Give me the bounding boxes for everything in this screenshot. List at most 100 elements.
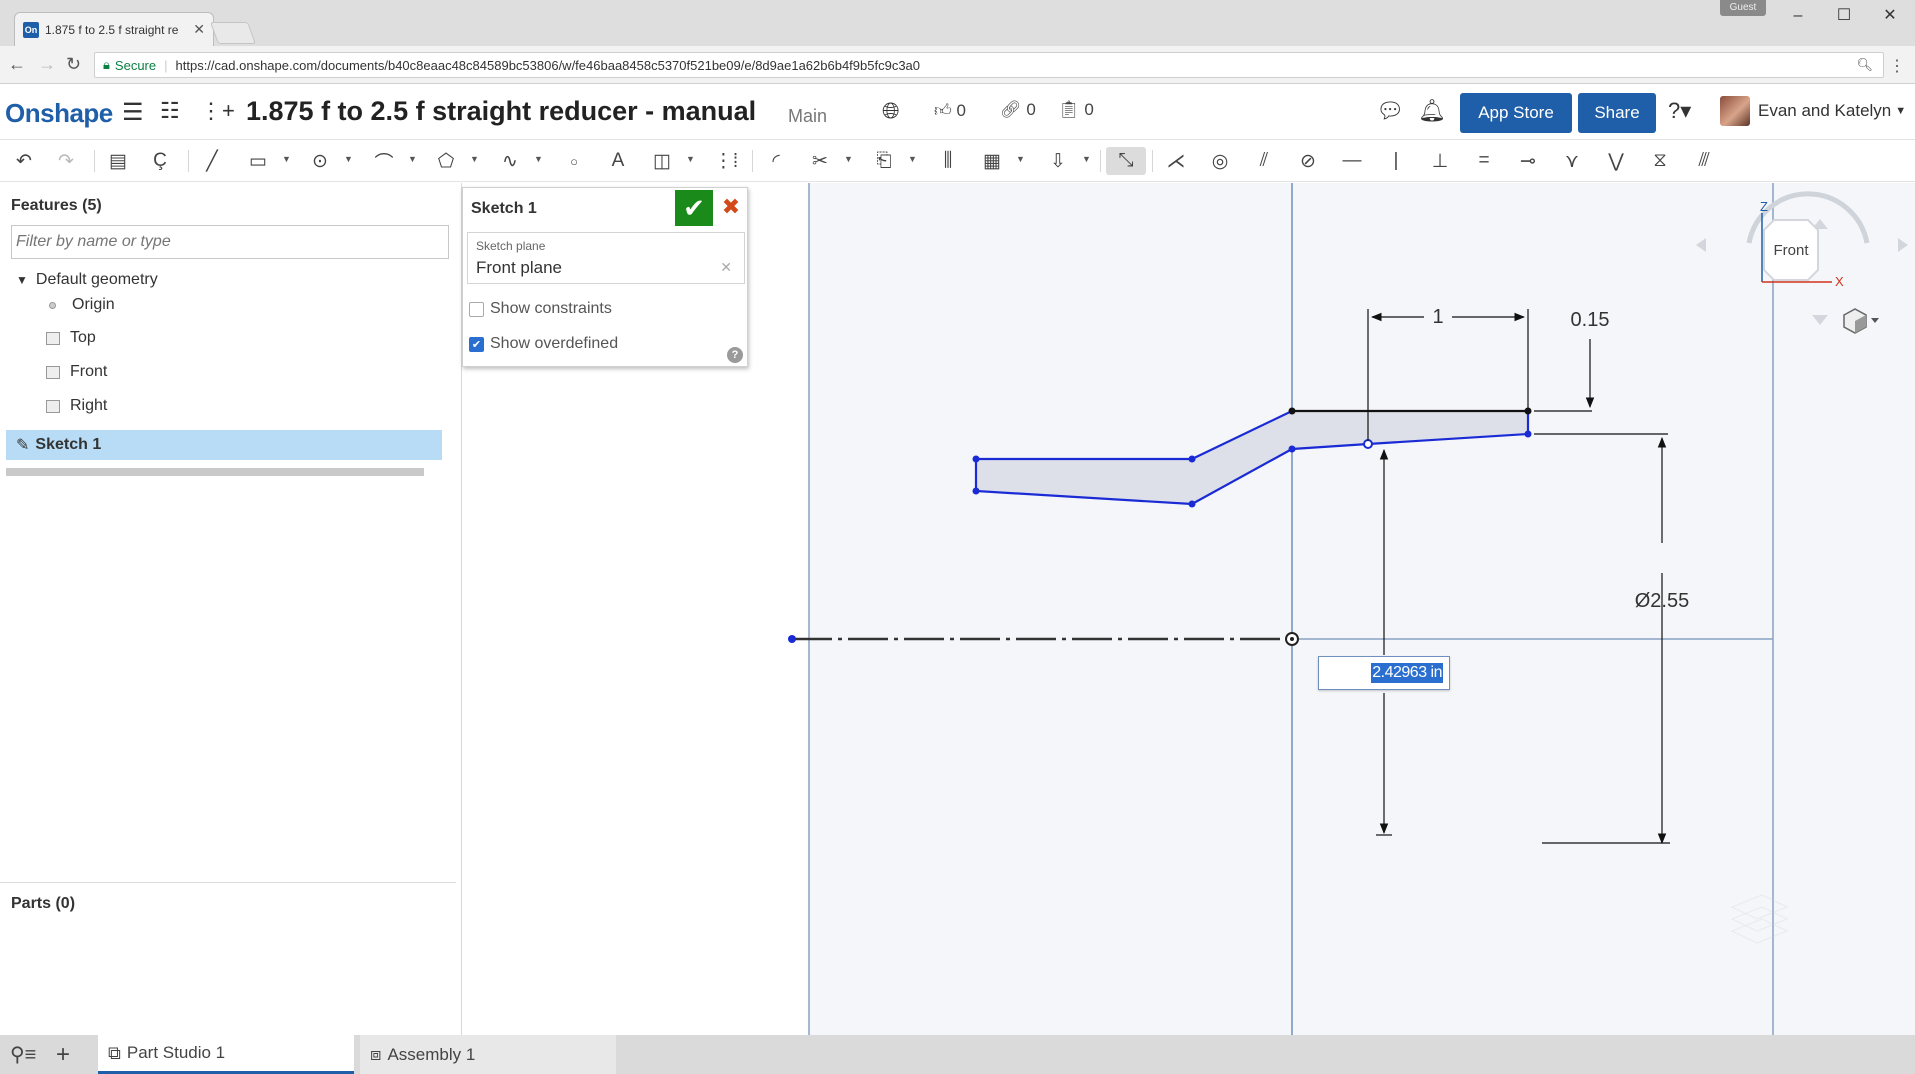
normal-constraint-icon[interactable]: ⋎	[1558, 147, 1586, 175]
clear-plane-icon[interactable]: ✕	[720, 259, 732, 276]
horizontal-constraint-icon[interactable]: —	[1338, 147, 1366, 175]
user-menu[interactable]: Evan and Katelyn ▼	[1720, 96, 1906, 126]
reference-icon[interactable]: Ç	[146, 147, 174, 175]
globe-icon[interactable]: 🌐︎	[882, 98, 900, 124]
likes-counter[interactable]: 👍︎ 0	[934, 100, 966, 121]
chevron-down-icon[interactable]: ▼	[686, 154, 695, 164]
feature-filter-input[interactable]	[11, 225, 449, 259]
offset-tool-icon[interactable]: ◫	[648, 147, 676, 175]
add-tab-icon[interactable]: +	[56, 1035, 70, 1074]
fillet-tool-icon[interactable]: ◜	[762, 147, 790, 175]
concentric-constraint-icon[interactable]: ◎	[1206, 147, 1234, 175]
spline-tool-icon[interactable]: ∿	[496, 147, 524, 175]
new-tab-button[interactable]	[209, 22, 257, 44]
front-plane-item[interactable]: Front	[46, 363, 107, 381]
default-geometry-folder[interactable]: ▼ Default geometry	[16, 271, 158, 289]
tree-list-icon[interactable]: ☷	[160, 98, 180, 124]
chevron-down-icon[interactable]: ▼	[344, 154, 353, 164]
equal-constraint-icon[interactable]: =	[1470, 147, 1498, 175]
tab-assembly[interactable]: ⧈ Assembly 1	[360, 1035, 616, 1074]
polygon-tool-icon[interactable]: ⬠	[432, 147, 460, 175]
url-field[interactable]: 🔒︎ Secure | https://cad.onshape.com/docu…	[94, 52, 1884, 78]
redo-icon[interactable]: ↷	[52, 147, 80, 175]
onshape-logo[interactable]: Onshape	[5, 98, 113, 129]
guest-profile-badge[interactable]: Guest	[1720, 0, 1766, 16]
dxf-import-icon[interactable]: ⇩	[1044, 147, 1072, 175]
mirror-tool-icon[interactable]: ⫼	[934, 147, 962, 175]
dimension-length-label[interactable]: 1	[1432, 306, 1443, 328]
hamburger-menu-icon[interactable]: ☰	[122, 98, 144, 127]
pierce-constraint-icon[interactable]: ⋁	[1602, 147, 1630, 175]
tab-part-studio[interactable]: ⧉ Part Studio 1	[98, 1035, 354, 1074]
app-store-button[interactable]: App Store	[1460, 93, 1572, 133]
midpoint-vertex[interactable]	[1363, 439, 1373, 449]
copies-counter[interactable]: 📋︎ 0	[1058, 100, 1094, 120]
pattern-tool-icon[interactable]: ▦	[978, 147, 1006, 175]
perpendicular-constraint-icon[interactable]: ⊥	[1426, 147, 1454, 175]
help-icon[interactable]: ?	[727, 347, 743, 363]
document-title[interactable]: 1.875 f to 2.5 f straight reducer - manu…	[246, 96, 756, 127]
use-tool-icon[interactable]: ⎗	[870, 147, 898, 175]
coincident-constraint-icon[interactable]: ⋌	[1162, 147, 1190, 175]
dimension-diameter-label[interactable]: Ø2.55	[1635, 590, 1689, 612]
zoom-icon[interactable]: 🔍︎	[1856, 57, 1873, 73]
comments-icon[interactable]: 💬︎	[1376, 98, 1404, 124]
share-button[interactable]: Share	[1578, 93, 1656, 133]
arc-tool-icon[interactable]: ⌒	[370, 147, 398, 175]
right-plane-item[interactable]: Right	[46, 397, 107, 415]
close-tab-icon[interactable]: ✕	[193, 21, 205, 38]
chevron-down-icon[interactable]: ▼	[408, 154, 417, 164]
notifications-bell-icon[interactable]: 🔔︎	[1418, 98, 1446, 124]
centerline-endpoint[interactable]	[788, 635, 796, 643]
chevron-down-icon[interactable]: ▼	[1016, 154, 1025, 164]
reload-icon[interactable]: ↻	[66, 54, 81, 75]
close-window-icon[interactable]: ✕	[1870, 4, 1910, 28]
chevron-down-icon[interactable]: ▼	[470, 154, 479, 164]
links-counter[interactable]: 🔗︎ 0	[1000, 100, 1036, 120]
symmetric-constraint-icon[interactable]: ⧖	[1646, 147, 1674, 175]
maximize-window-icon[interactable]: ☐	[1824, 4, 1864, 28]
app-header: Onshape ☰ ☷ ⋮+ 1.875 f to 2.5 f straight…	[0, 84, 1915, 140]
help-menu-icon[interactable]: ?▾	[1668, 98, 1691, 124]
chevron-down-icon[interactable]: ▼	[534, 154, 543, 164]
construction-icon[interactable]: ⋮⁞	[712, 147, 740, 175]
chevron-down-icon[interactable]: ▼	[1082, 154, 1091, 164]
vertical-constraint-icon[interactable]: |	[1382, 147, 1410, 175]
fix-constraint-icon[interactable]: ⫻	[1690, 147, 1718, 175]
chevron-down-icon[interactable]: ▼	[282, 154, 291, 164]
insert-feature-icon[interactable]: ⋮+	[200, 98, 235, 124]
accept-check-button[interactable]: ✔	[675, 190, 713, 226]
dimension-value-input[interactable]: 2.42963 in	[1318, 656, 1450, 690]
dimension-thickness-label[interactable]: 0.15	[1571, 309, 1610, 331]
midpoint-constraint-icon[interactable]: ⊸	[1514, 147, 1542, 175]
workspace-branch[interactable]: Main	[788, 106, 827, 127]
back-arrow-icon[interactable]: ←	[8, 54, 26, 75]
show-constraints-checkbox[interactable]: Show constraints	[469, 300, 612, 318]
sketch-plane-field[interactable]: Sketch plane Front plane ✕	[467, 232, 745, 284]
parallel-constraint-icon[interactable]: ⫽	[1250, 147, 1278, 175]
minimize-window-icon[interactable]: –	[1778, 4, 1818, 28]
dimension-tool-icon[interactable]: ⤡	[1106, 147, 1146, 175]
origin-item[interactable]: Origin	[46, 296, 115, 314]
tangent-constraint-icon[interactable]: ⊘	[1294, 147, 1322, 175]
feature-list-icon[interactable]: ▤	[104, 147, 132, 175]
point-tool-icon[interactable]: ○	[560, 147, 588, 175]
show-overdefined-checkbox[interactable]: ✔ Show overdefined	[469, 335, 618, 353]
cancel-x-button[interactable]: ✖	[719, 194, 743, 222]
browser-menu-icon[interactable]: ⋮	[1889, 56, 1905, 76]
text-tool-icon[interactable]: A	[604, 147, 632, 175]
chevron-down-icon[interactable]: ▼	[844, 154, 853, 164]
top-plane-item[interactable]: Top	[46, 329, 96, 347]
line-tool-icon[interactable]: ╱	[198, 147, 226, 175]
forward-arrow-icon[interactable]: →	[38, 54, 56, 75]
sketch-1-item[interactable]: ✎ Sketch 1	[6, 430, 442, 460]
tab-manager-icon[interactable]: ⚲≡	[10, 1035, 36, 1074]
feature-list-scrollbar[interactable]	[6, 468, 424, 476]
undo-icon[interactable]: ↶	[10, 147, 38, 175]
browser-tab[interactable]: On 1.875 f to 2.5 f straight re ✕	[14, 12, 214, 46]
vertex-black[interactable]	[1288, 407, 1296, 415]
trim-tool-icon[interactable]: ✂	[806, 147, 834, 175]
chevron-down-icon[interactable]: ▼	[908, 154, 917, 164]
circle-tool-icon[interactable]: ⊙	[306, 147, 334, 175]
rectangle-tool-icon[interactable]: ▭	[244, 147, 272, 175]
